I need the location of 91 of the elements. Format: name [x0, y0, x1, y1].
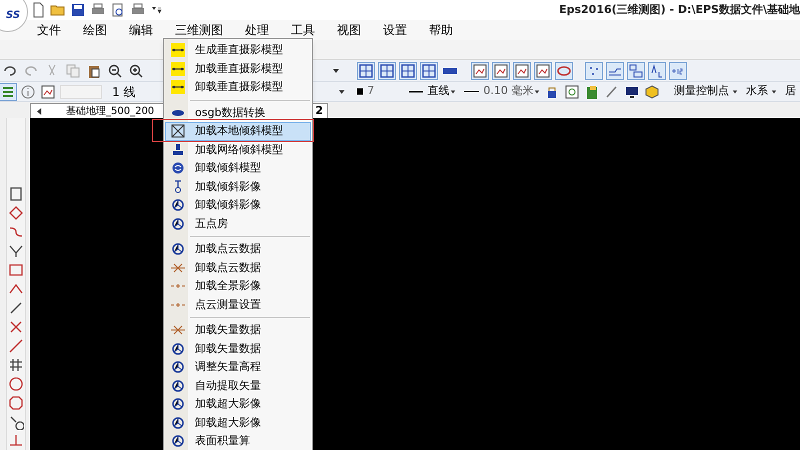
circle-tangent-icon[interactable] — [8, 414, 24, 430]
ring-icon — [171, 216, 185, 231]
menu-item[interactable]: 加载全景影像 — [165, 277, 311, 296]
ring-icon — [171, 416, 185, 430]
line-icon[interactable] — [8, 338, 24, 354]
caret-icon[interactable] — [732, 88, 738, 94]
customize-arrow-icon[interactable] — [150, 5, 162, 15]
color-index: 7 — [367, 83, 376, 100]
contour-icon[interactable] — [607, 62, 623, 78]
caret-icon[interactable] — [450, 88, 456, 94]
stamp-icon — [171, 142, 185, 157]
logo-text: SS — [6, 8, 20, 22]
layer-dropdown[interactable]: 居 — [785, 83, 796, 100]
fork-icon[interactable] — [8, 243, 24, 259]
menu-item[interactable]: 加载本地倾斜模型 — [165, 122, 311, 140]
layers-icon[interactable] — [0, 84, 16, 100]
menu-item[interactable]: 加载垂直摄影模型 — [165, 60, 311, 78]
menu-item[interactable]: 点云测量设置 — [165, 296, 311, 314]
caret-icon[interactable] — [771, 88, 777, 94]
line-type-dropdown[interactable]: 直线 — [427, 83, 456, 100]
dropdown-arrow-icon[interactable] — [332, 66, 340, 74]
line-sample-icon — [408, 90, 424, 94]
dropdown-arrow-icon[interactable] — [338, 88, 345, 96]
scroll-left-icon[interactable] — [37, 108, 42, 114]
save-icon[interactable] — [70, 2, 86, 18]
menu-item[interactable]: 卸载矢量数据 — [165, 340, 311, 358]
menu-item[interactable]: 表面积量算 — [165, 432, 311, 450]
ring-icon — [171, 397, 185, 412]
zoom-in-icon[interactable] — [128, 62, 144, 78]
menu-item[interactable]: 文件 — [37, 21, 61, 39]
text-style-icon[interactable] — [649, 62, 665, 78]
menu-item[interactable]: 加载矢量数据 — [165, 321, 311, 340]
menu-item[interactable]: 加载超大影像 — [165, 395, 311, 414]
octagon-icon[interactable] — [8, 395, 24, 411]
menu-item[interactable]: 五点房 — [165, 214, 311, 233]
ring-icon — [171, 360, 185, 374]
info-icon[interactable] — [20, 84, 36, 100]
menu-item[interactable]: 生成垂直摄影模型 — [165, 41, 311, 60]
swirl-icon — [171, 161, 185, 176]
picture-icon[interactable] — [535, 62, 551, 78]
ring-icon — [171, 198, 185, 212]
loop-icon[interactable] — [556, 62, 572, 78]
picture-icon[interactable] — [493, 62, 509, 78]
caret-icon[interactable] — [534, 88, 540, 94]
picture-icon[interactable] — [472, 62, 488, 78]
menu-item[interactable]: 加载倾斜影像 — [165, 178, 311, 196]
segment-icon[interactable] — [8, 300, 24, 316]
picture-icon[interactable] — [514, 62, 530, 78]
window-title: Eps2016(三维测图) - D:\EPS数据文件\基础地 — [559, 2, 800, 18]
zoom-out-icon[interactable] — [107, 62, 123, 78]
line-width-dropdown[interactable]: 0.10 毫米 — [483, 83, 540, 100]
ring-icon — [171, 434, 185, 448]
layout-icon[interactable] — [628, 62, 644, 78]
line-sample-icon — [464, 90, 480, 94]
menu-item[interactable]: 加载网络倾斜模型 — [165, 140, 311, 159]
app-logo-icon[interactable]: SS — [0, 0, 28, 32]
ring-icon — [171, 378, 185, 393]
menu-item[interactable]: 卸载倾斜模型 — [165, 159, 311, 178]
menu-item[interactable]: 卸载倾斜影像 — [165, 196, 311, 214]
grid-icon[interactable] — [421, 62, 437, 78]
line-field[interactable] — [60, 84, 102, 98]
color-swatch-icon — [356, 88, 364, 95]
menu-item[interactable]: 卸载点云数据 — [165, 258, 311, 277]
grid-icon[interactable] — [8, 357, 24, 373]
ring-icon — [171, 342, 185, 356]
layer-dropdown[interactable]: 水系 — [746, 83, 777, 100]
grid-icon[interactable] — [379, 62, 395, 78]
menu-item[interactable]: 编辑 — [129, 21, 153, 39]
menu-item[interactable]: 调整矢量高程 — [165, 358, 311, 376]
ring-icon — [171, 242, 185, 256]
number-icon[interactable] — [670, 62, 686, 78]
points-icon[interactable] — [586, 62, 602, 78]
menu-item[interactable]: 三维测图 — [175, 21, 223, 39]
menu-item[interactable]: 处理 — [245, 21, 269, 39]
box-x-icon — [171, 124, 185, 138]
menu-item[interactable]: 卸载超大影像 — [165, 414, 311, 432]
grid-icon[interactable] — [400, 62, 416, 78]
layer-dropdown[interactable]: 测量控制点 — [674, 83, 738, 100]
menu-item[interactable]: 设置 — [383, 21, 407, 39]
menu-item[interactable]: 自动提取矢量 — [165, 376, 311, 395]
menu-item[interactable]: 加载点云数据 — [165, 240, 311, 258]
menu-item[interactable]: 卸载垂直摄影模型 — [165, 78, 311, 96]
menu-item[interactable]: 工具 — [291, 21, 315, 39]
grid-icon[interactable] — [358, 62, 374, 78]
menu-item[interactable]: 绘图 — [83, 21, 107, 39]
line-value: 1 线 — [112, 84, 136, 100]
tab-label-tail: 2 — [315, 102, 323, 119]
menu-item[interactable]: 帮助 — [429, 21, 453, 39]
menu-item[interactable]: 视图 — [337, 21, 361, 39]
cross-lines-icon[interactable] — [8, 319, 24, 335]
cross-mark-icon — [171, 260, 185, 275]
